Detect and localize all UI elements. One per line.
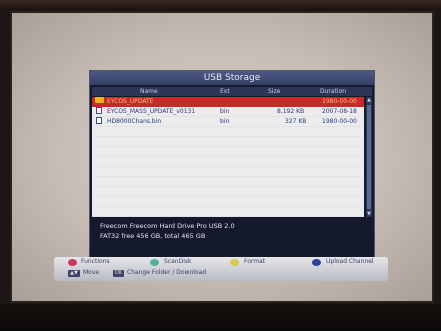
row-size: 8,192 KB	[277, 108, 305, 115]
row-ext: bin	[220, 118, 230, 125]
row-name: EYCOS_MASS_UPDATE_v0131	[107, 108, 196, 115]
legend-format[interactable]: Format	[244, 258, 265, 266]
yellow-key-icon	[230, 259, 239, 266]
device-info: Freecom Freecom Hard Drive Pro USB 2.0 F…	[92, 221, 372, 255]
tv-bezel-top	[0, 0, 441, 8]
scroll-thumb[interactable]	[367, 105, 371, 209]
legend-move: Move	[83, 269, 100, 276]
file-list: EYCOS_UPDATE 1980-00-00 EYCOS_MASS_UPDAT…	[92, 97, 364, 217]
file-row-folder[interactable]: EYCOS_UPDATE 1980-00-00	[92, 97, 364, 107]
row-date: 1980-00-00	[322, 118, 357, 125]
red-key-icon	[68, 259, 77, 266]
legend-functions[interactable]: Functions	[81, 258, 110, 266]
dialog-title: USB Storage	[90, 71, 374, 85]
column-header-ext: Ext	[220, 88, 230, 95]
green-key-icon	[150, 259, 159, 266]
storage-info: FAT32 free 456 GB, total 465 GB	[100, 232, 206, 240]
legend-scandisk[interactable]: ScanDisk	[164, 258, 191, 266]
remote-key-legend: Functions ScanDisk Format Upload Channel…	[54, 257, 388, 281]
column-header-row: Name Ext Size Duration	[92, 87, 372, 96]
column-header-duration: Duration	[320, 88, 347, 95]
file-icon	[96, 107, 102, 114]
blue-key-icon	[312, 259, 321, 266]
row-date: 2007-08-18	[322, 108, 357, 115]
row-name: EYCOS_UPDATE	[107, 98, 154, 105]
row-name: HD8000Chans.bin	[107, 118, 162, 125]
device-name: Freecom Freecom Hard Drive Pro USB 2.0	[100, 222, 235, 230]
legend-upload-channel[interactable]: Upload Channel	[326, 258, 374, 266]
row-date: 1980-00-00	[322, 98, 357, 105]
file-row[interactable]: EYCOS_MASS_UPDATE_v0131 bin 8,192 KB 200…	[92, 107, 364, 117]
file-icon	[96, 117, 102, 124]
usb-storage-dialog: USB Storage Name Ext Size Duration EYCOS…	[89, 70, 375, 258]
list-scrollbar[interactable]: ▲ ▼	[366, 97, 372, 217]
column-header-name: Name	[140, 88, 158, 95]
move-arrows-icon: ▲▼	[68, 270, 80, 277]
row-size: 327 KB	[285, 118, 307, 125]
scroll-up-arrow-icon[interactable]: ▲	[366, 97, 372, 103]
ok-key-icon: OK	[113, 270, 124, 277]
folder-icon	[95, 97, 104, 103]
tv-bezel-bottom	[0, 304, 441, 331]
legend-change-folder: Change Folder / Download	[127, 269, 207, 276]
row-ext: bin	[220, 108, 230, 115]
file-row[interactable]: HD8000Chans.bin bin 327 KB 1980-00-00	[92, 117, 364, 127]
scroll-down-arrow-icon[interactable]: ▼	[366, 211, 372, 217]
column-header-size: Size	[268, 88, 281, 95]
